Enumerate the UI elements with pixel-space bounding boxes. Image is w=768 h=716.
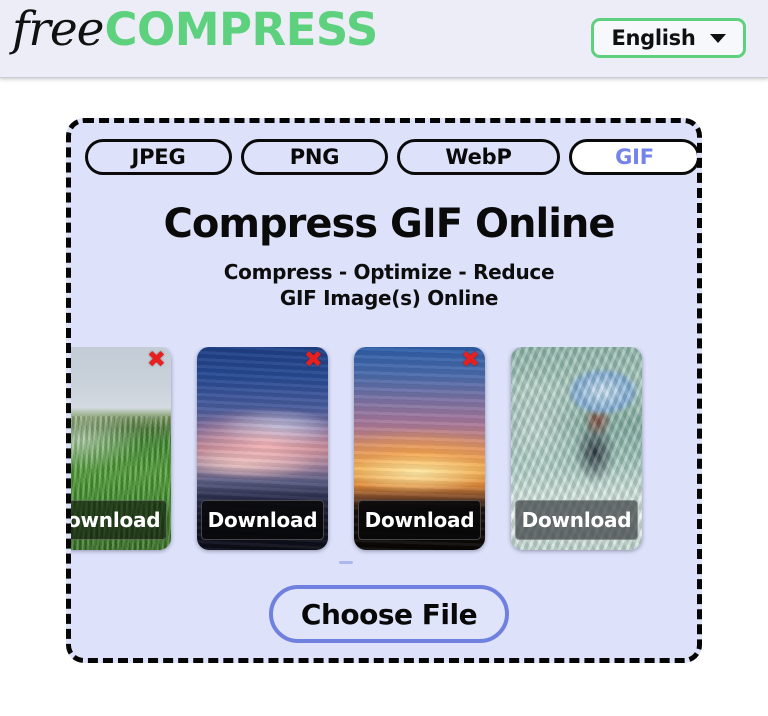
page-title: Compress GIF Online [163, 201, 615, 247]
language-selector[interactable]: English [591, 18, 746, 58]
choose-file-row: Choose File [71, 585, 697, 643]
download-button[interactable]: Download [515, 500, 638, 540]
thumbnail-card[interactable]: ✖ Download [71, 347, 171, 550]
tab-jpeg-label: JPEG [131, 145, 186, 169]
thumbnail-card[interactable]: ✖ Download [354, 347, 485, 550]
site-logo[interactable]: free COMPRESS [12, 6, 378, 53]
tab-gif[interactable]: GIF [569, 139, 697, 175]
download-label: Download [521, 508, 632, 532]
close-icon[interactable]: ✖ [461, 349, 480, 372]
subtitle-line-2: GIF Image(s) Online [279, 286, 499, 310]
tab-gif-label: GIF [615, 145, 654, 169]
download-label: Download [207, 508, 318, 532]
subtitle-line-1: Compress - Optimize - Reduce [223, 260, 555, 284]
tab-png[interactable]: PNG [241, 139, 388, 175]
page-subtitle: Compress - Optimize - Reduce GIF Image(s… [71, 259, 697, 311]
language-label: English [611, 26, 696, 50]
thumbnail-scrollbar[interactable] [339, 561, 353, 564]
tab-jpeg[interactable]: JPEG [85, 139, 232, 175]
download-button[interactable]: Download [71, 500, 167, 540]
thumbnail-card[interactable]: Download [511, 347, 642, 550]
close-icon[interactable]: ✖ [147, 349, 166, 372]
close-icon[interactable]: ✖ [304, 349, 323, 372]
tab-webp-label: WebP [445, 145, 512, 169]
download-button[interactable]: Download [358, 500, 481, 540]
logo-free-text: free [12, 2, 104, 57]
site-header: free COMPRESS English [0, 0, 768, 78]
chevron-down-icon [709, 33, 726, 43]
choose-file-label: Choose File [300, 597, 478, 631]
logo-compress-text: COMPRESS [104, 3, 379, 56]
thumbnail-card[interactable]: ✖ Download [197, 347, 328, 550]
thumbnail-strip[interactable]: ✖ Download ✖ Download ✖ Download [71, 347, 697, 559]
tab-webp[interactable]: WebP [397, 139, 560, 175]
download-label: Download [364, 508, 475, 532]
thumbnail-track: ✖ Download ✖ Download ✖ Download [71, 347, 642, 550]
tab-png-label: PNG [289, 145, 340, 169]
download-label: Download [71, 508, 161, 532]
upload-drop-panel[interactable]: JPEG PNG WebP GIF Compress GIF Online Co… [66, 118, 702, 663]
choose-file-button[interactable]: Choose File [269, 585, 509, 643]
format-tab-row: JPEG PNG WebP GIF [85, 139, 697, 175]
download-button[interactable]: Download [201, 500, 324, 540]
